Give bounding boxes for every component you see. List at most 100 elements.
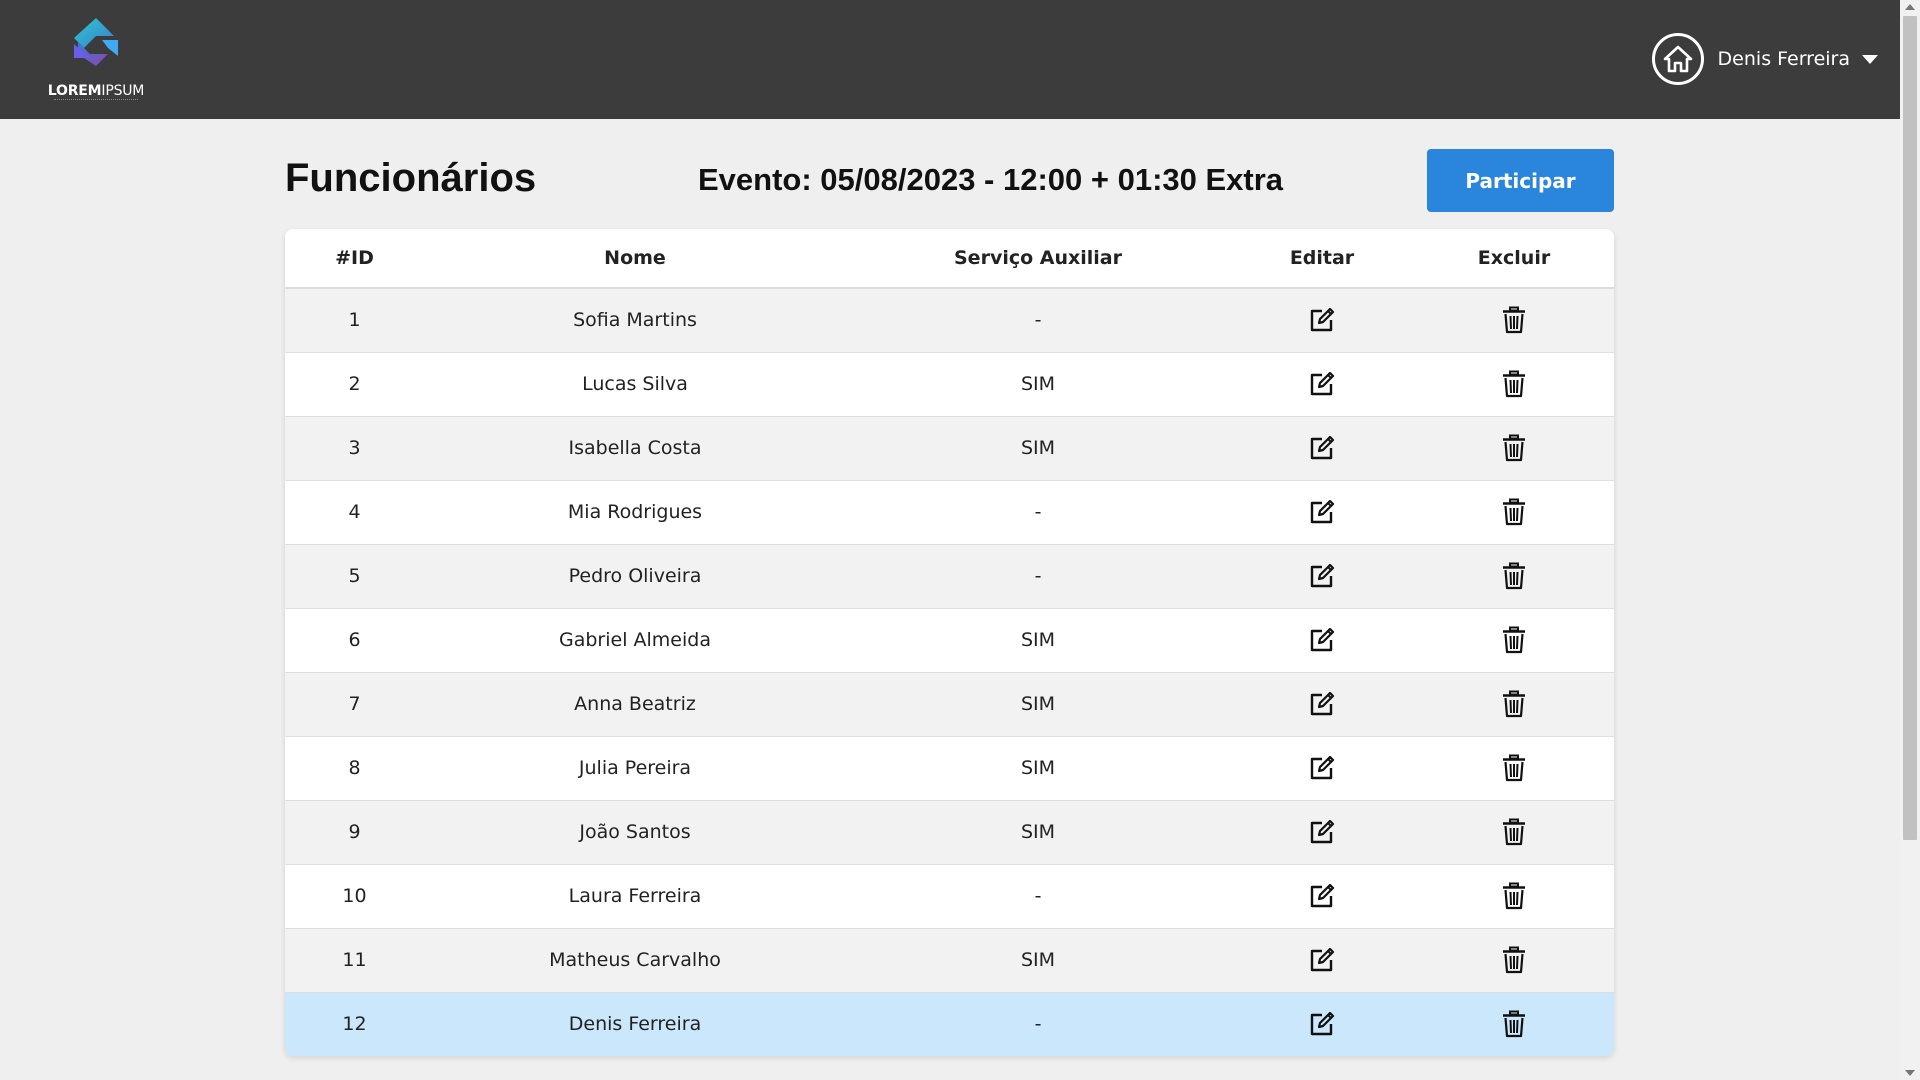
cell-nome: Sofia Martins — [424, 288, 846, 353]
cell-editar — [1230, 544, 1414, 609]
trash-icon[interactable] — [1498, 432, 1530, 464]
cell-nome: Matheus Carvalho — [424, 928, 846, 993]
cell-nome: Julia Pereira — [424, 736, 846, 801]
edit-icon[interactable] — [1306, 624, 1338, 656]
trash-icon[interactable] — [1498, 496, 1530, 528]
column-header-id: #ID — [285, 229, 424, 289]
column-header-excluir: Excluir — [1414, 229, 1614, 289]
table-row[interactable]: 3 Isabella Costa SIM — [285, 416, 1614, 481]
cell-excluir — [1414, 480, 1614, 545]
edit-icon[interactable] — [1306, 880, 1338, 912]
table-row[interactable]: 2 Lucas Silva SIM — [285, 352, 1614, 417]
table-row[interactable]: 11 Matheus Carvalho SIM — [285, 928, 1614, 993]
table-row[interactable]: 10 Laura Ferreira - — [285, 864, 1614, 929]
cell-editar — [1230, 928, 1414, 993]
trash-icon[interactable] — [1498, 880, 1530, 912]
cell-id: 12 — [285, 992, 424, 1056]
edit-icon[interactable] — [1306, 944, 1338, 976]
caret-down-icon[interactable] — [1862, 54, 1878, 64]
cell-editar — [1230, 864, 1414, 929]
cell-nome: Denis Ferreira — [424, 992, 846, 1056]
trash-icon[interactable] — [1498, 368, 1530, 400]
employees-table: #ID Nome Serviço Auxiliar Editar Excluir… — [285, 229, 1614, 1056]
cell-servico: SIM — [846, 672, 1230, 737]
cell-nome: João Santos — [424, 800, 846, 865]
cell-servico: SIM — [846, 928, 1230, 993]
scroll-thumb[interactable] — [1903, 16, 1917, 840]
scroll-down-arrow[interactable] — [1905, 1070, 1915, 1076]
edit-icon[interactable] — [1306, 1008, 1338, 1040]
trash-icon[interactable] — [1498, 304, 1530, 336]
cell-id: 10 — [285, 864, 424, 929]
edit-icon[interactable] — [1306, 496, 1338, 528]
trash-icon[interactable] — [1498, 688, 1530, 720]
user-menu[interactable]: Denis Ferreira — [1651, 32, 1878, 86]
cell-excluir — [1414, 992, 1614, 1056]
cell-id: 5 — [285, 544, 424, 609]
cell-editar — [1230, 608, 1414, 673]
cell-nome: Laura Ferreira — [424, 864, 846, 929]
cell-id: 4 — [285, 480, 424, 545]
trash-icon[interactable] — [1498, 560, 1530, 592]
edit-icon[interactable] — [1306, 688, 1338, 720]
edit-icon[interactable] — [1306, 432, 1338, 464]
home-button[interactable] — [1651, 33, 1704, 85]
cell-nome: Anna Beatriz — [424, 672, 846, 737]
column-header-editar: Editar — [1230, 229, 1414, 289]
column-header-servico: Serviço Auxiliar — [846, 229, 1230, 289]
trash-icon[interactable] — [1498, 816, 1530, 848]
cell-id: 3 — [285, 416, 424, 481]
column-header-nome: Nome — [424, 229, 846, 289]
cell-servico: SIM — [846, 608, 1230, 673]
table-row[interactable]: 9 João Santos SIM — [285, 800, 1614, 865]
trash-icon[interactable] — [1498, 1008, 1530, 1040]
cell-excluir — [1414, 288, 1614, 353]
trash-icon[interactable] — [1498, 752, 1530, 784]
cell-editar — [1230, 672, 1414, 737]
table-row[interactable]: 4 Mia Rodrigues - — [285, 480, 1614, 545]
table-row[interactable]: 6 Gabriel Almeida SIM — [285, 608, 1614, 673]
cell-excluir — [1414, 352, 1614, 417]
cell-id: 1 — [285, 288, 424, 353]
cell-editar — [1230, 288, 1414, 353]
edit-icon[interactable] — [1306, 560, 1338, 592]
cell-id: 6 — [285, 608, 424, 673]
cell-editar — [1230, 416, 1414, 481]
cell-id: 7 — [285, 672, 424, 737]
table-row[interactable]: 12 Denis Ferreira - — [285, 992, 1614, 1056]
table-row[interactable]: 1 Sofia Martins - — [285, 288, 1614, 353]
cell-nome: Lucas Silva — [424, 352, 846, 417]
trash-icon[interactable] — [1498, 944, 1530, 976]
edit-icon[interactable] — [1306, 816, 1338, 848]
cell-excluir — [1414, 544, 1614, 609]
cell-excluir — [1414, 672, 1614, 737]
participar-button[interactable]: Participar — [1427, 149, 1614, 212]
scroll-up-arrow[interactable] — [1905, 4, 1915, 10]
table-row[interactable]: 5 Pedro Oliveira - — [285, 544, 1614, 609]
cell-nome: Mia Rodrigues — [424, 480, 846, 545]
cell-excluir — [1414, 928, 1614, 993]
logo-text: LOREMIPSUM — [47, 83, 145, 99]
table-row[interactable]: 7 Anna Beatriz SIM — [285, 672, 1614, 737]
edit-icon[interactable] — [1306, 368, 1338, 400]
cell-servico: - — [846, 288, 1230, 353]
cell-nome: Pedro Oliveira — [424, 544, 846, 609]
cell-id: 2 — [285, 352, 424, 417]
table-row[interactable]: 8 Julia Pereira SIM — [285, 736, 1614, 801]
cell-nome: Isabella Costa — [424, 416, 846, 481]
table-header-row: #ID Nome Serviço Auxiliar Editar Excluir — [285, 229, 1614, 289]
logo[interactable]: LOREMIPSUM — [44, 14, 148, 106]
cell-id: 11 — [285, 928, 424, 993]
cell-id: 9 — [285, 800, 424, 865]
cell-id: 8 — [285, 736, 424, 801]
edit-icon[interactable] — [1306, 752, 1338, 784]
table-body: 1 Sofia Martins - 2 Lucas Silva SIM 3 Is… — [285, 288, 1614, 1056]
cell-editar — [1230, 800, 1414, 865]
cell-servico: - — [846, 480, 1230, 545]
cell-servico: SIM — [846, 736, 1230, 801]
event-info: Evento: 05/08/2023 - 12:00 + 01:30 Extra — [698, 162, 1284, 197]
edit-icon[interactable] — [1306, 304, 1338, 336]
trash-icon[interactable] — [1498, 624, 1530, 656]
cell-excluir — [1414, 736, 1614, 801]
scrollbar[interactable] — [1900, 0, 1920, 1080]
